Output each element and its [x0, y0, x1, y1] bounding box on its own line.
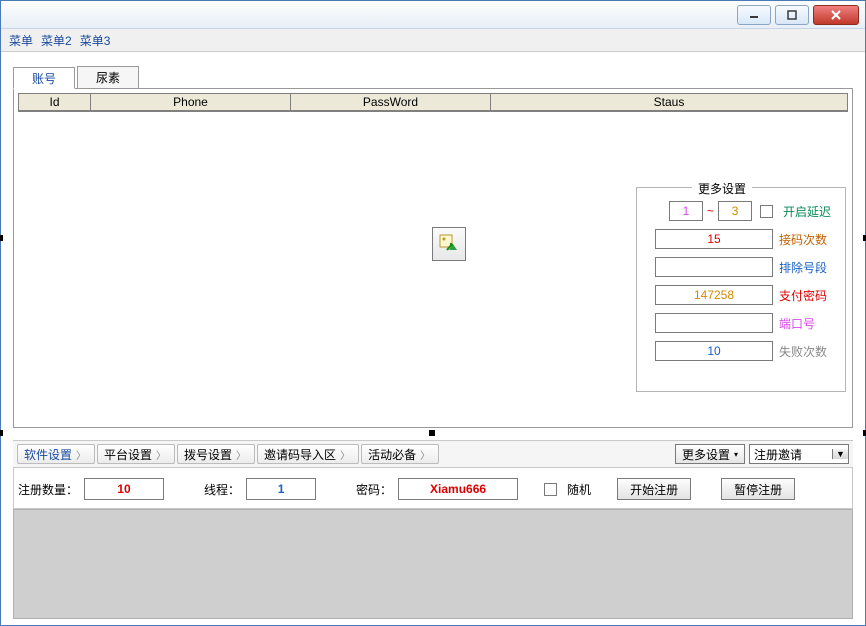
chevron-down-icon: ▼ [832, 449, 848, 459]
receive-times-input[interactable] [655, 229, 773, 249]
pay-pwd-input[interactable] [655, 285, 773, 305]
pwd-label: 密码： [356, 481, 392, 498]
designer-surface: 账号 尿素 Id Phone PassWord Staus [1, 52, 865, 625]
open-delay-label: 开启延迟 [783, 203, 839, 220]
mode-combo-value: 注册邀请 [750, 446, 832, 463]
start-register-button[interactable]: 开始注册 [617, 478, 691, 500]
reg-count-label: 注册数量： [18, 481, 78, 498]
design-handle [429, 430, 435, 436]
toolbar-platform-settings[interactable]: 平台设置〉 [97, 444, 175, 464]
app-window: 菜单 菜单2 菜单3 账号 尿素 Id Phone PassWord Staus [0, 0, 866, 626]
random-checkbox[interactable] [544, 483, 557, 496]
register-form-row: 注册数量： 线程： 密码： 随机 开始注册 暂停注册 [13, 468, 853, 509]
col-id[interactable]: Id [19, 94, 91, 110]
design-handle [0, 235, 3, 241]
random-label: 随机 [567, 481, 591, 498]
more-settings-button[interactable]: 更多设置▾ [675, 444, 745, 464]
toolbar-activity[interactable]: 活动必备〉 [361, 444, 439, 464]
group-title: 更多设置 [692, 180, 752, 197]
receive-times-label: 接码次数 [779, 231, 839, 248]
col-password[interactable]: PassWord [291, 94, 491, 110]
exclude-seg-label: 排除号段 [779, 259, 839, 276]
delay-to-input[interactable] [718, 201, 752, 221]
pause-register-button[interactable]: 暂停注册 [721, 478, 795, 500]
titlebar [1, 1, 865, 29]
menubar: 菜单 菜单2 菜单3 [1, 29, 865, 52]
tab-account[interactable]: 账号 [13, 67, 75, 89]
menu-item-2[interactable]: 菜单2 [41, 32, 72, 49]
threads-label: 线程： [204, 481, 240, 498]
settings-toolbar: 软件设置〉 平台设置〉 拨号设置〉 邀请码导入区〉 活动必备〉 更多设置▾ 注册… [13, 440, 853, 468]
pwd-input[interactable] [398, 478, 518, 500]
port-label: 端口号 [779, 315, 839, 332]
port-input[interactable] [655, 313, 773, 333]
minimize-button[interactable] [737, 5, 771, 25]
tab-urea[interactable]: 尿素 [77, 66, 139, 88]
table-header: Id Phone PassWord Staus [19, 94, 847, 111]
data-table: Id Phone PassWord Staus [18, 93, 848, 112]
mode-combo[interactable]: 注册邀请 ▼ [749, 444, 849, 464]
menu-item-3[interactable]: 菜单3 [80, 32, 111, 49]
col-phone[interactable]: Phone [91, 94, 291, 110]
toolbar-dial-settings[interactable]: 拨号设置〉 [177, 444, 255, 464]
more-settings-group: 更多设置 ~ 开启延迟 接码次数 排除号段 [636, 187, 846, 392]
image-placeholder-icon [432, 227, 466, 261]
delay-tilde: ~ [707, 204, 714, 218]
col-status[interactable]: Staus [491, 94, 847, 110]
tabstrip: 账号 尿素 [13, 66, 859, 88]
exclude-seg-input[interactable] [655, 257, 773, 277]
close-button[interactable] [813, 5, 859, 25]
tab-panel: Id Phone PassWord Staus 更多设置 [13, 88, 853, 428]
log-area [13, 509, 853, 619]
fail-times-input[interactable] [655, 341, 773, 361]
toolbar-software-settings[interactable]: 软件设置〉 [17, 444, 95, 464]
design-handle [0, 430, 3, 436]
reg-count-input[interactable] [84, 478, 164, 500]
threads-input[interactable] [246, 478, 316, 500]
fail-times-label: 失败次数 [779, 343, 839, 360]
maximize-button[interactable] [775, 5, 809, 25]
toolbar-invite-import[interactable]: 邀请码导入区〉 [257, 444, 359, 464]
open-delay-checkbox[interactable] [760, 205, 773, 218]
delay-from-input[interactable] [669, 201, 703, 221]
menu-item-1[interactable]: 菜单 [9, 32, 33, 49]
pay-pwd-label: 支付密码 [779, 287, 839, 304]
